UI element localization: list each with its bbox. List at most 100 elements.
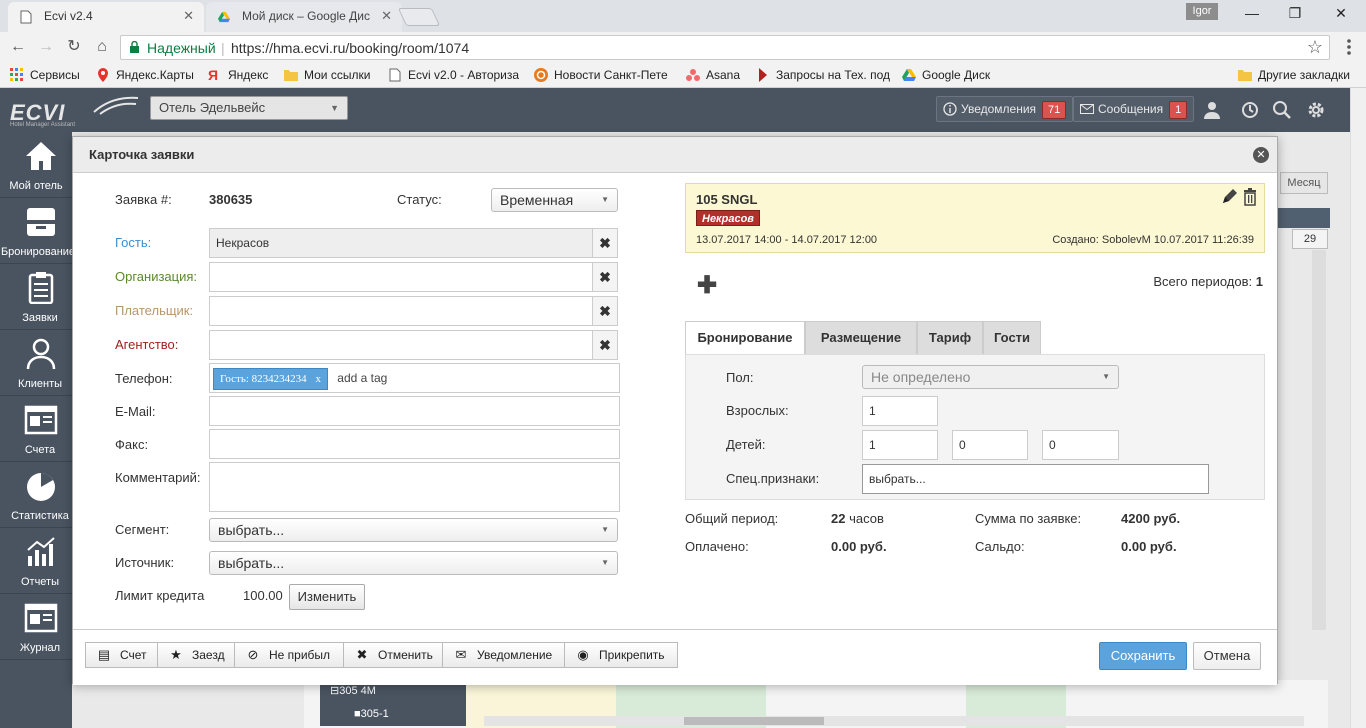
page-scrollbar[interactable]: [1350, 88, 1366, 728]
home-icon[interactable]: ⌂: [92, 37, 112, 57]
source-select[interactable]: выбрать... ▼: [209, 551, 618, 575]
sidebar-item-orders[interactable]: Заявки: [0, 264, 72, 330]
children-field-3[interactable]: 0: [1042, 430, 1119, 460]
browser-tab-ecvi[interactable]: Ecvi v2.4 ✕: [8, 2, 204, 32]
children-field-2[interactable]: 0: [952, 430, 1028, 460]
forward-icon[interactable]: →: [36, 37, 56, 57]
bookmark-other[interactable]: Другие закладки: [1238, 67, 1350, 83]
tab-guests[interactable]: Гости: [983, 321, 1041, 355]
back-icon[interactable]: ←: [8, 37, 28, 57]
messages-button[interactable]: Сообщения 1: [1073, 96, 1195, 122]
address-bar[interactable]: Надежный | https://hma.ecvi.ru/booking/r…: [120, 35, 1330, 60]
room-title: 105 SNGL: [696, 192, 758, 207]
sidebar-item-invoices[interactable]: Счета: [0, 396, 72, 462]
close-tab-icon[interactable]: ✕: [183, 2, 194, 30]
children-field-1[interactable]: 1: [862, 430, 938, 460]
cancel-order-button[interactable]: ✖ Отменить: [343, 642, 443, 668]
calendar-scrollbar[interactable]: [1312, 250, 1326, 630]
new-tab-button[interactable]: [397, 8, 441, 26]
gender-select[interactable]: Не определено ▼: [862, 365, 1119, 389]
sidebar-item-reports[interactable]: Отчеты: [0, 528, 72, 594]
edit-pencil-icon[interactable]: [1220, 188, 1238, 206]
close-tab-icon[interactable]: ✕: [381, 2, 392, 30]
sidebar-item-label: Заявки: [22, 312, 58, 324]
sidebar-item-statistics[interactable]: Статистика: [0, 462, 72, 528]
bookmark-yandex-maps[interactable]: Яндекс.Карты: [96, 67, 194, 83]
add-period-icon[interactable]: ✚: [697, 271, 717, 300]
notification-button[interactable]: ✉ Уведомление: [442, 642, 565, 668]
comment-field[interactable]: [209, 462, 620, 512]
gear-icon[interactable]: [1306, 100, 1326, 120]
bookmark-ecvi[interactable]: Ecvi v2.0 - Авториза: [388, 67, 519, 83]
user-icon[interactable]: [1202, 100, 1222, 120]
total-period-number: 22: [831, 511, 846, 526]
restore-icon[interactable]: ❐: [1283, 4, 1307, 22]
segment-select[interactable]: выбрать... ▼: [209, 518, 618, 542]
clear-payer-icon[interactable]: ✖: [592, 296, 618, 326]
cancel-button[interactable]: Отмена: [1193, 642, 1261, 670]
sidebar-item-booking[interactable]: Бронирование: [0, 198, 75, 264]
fax-field[interactable]: [209, 429, 620, 459]
horizontal-scrollbar[interactable]: [484, 716, 1304, 726]
email-field[interactable]: [209, 396, 620, 426]
clear-agency-icon[interactable]: ✖: [592, 330, 618, 360]
close-window-icon[interactable]: ✕: [1329, 4, 1353, 22]
clear-organization-icon[interactable]: ✖: [592, 262, 618, 292]
remove-tag-icon[interactable]: x: [315, 373, 321, 385]
change-credit-button[interactable]: Изменить: [289, 584, 365, 610]
minimize-icon[interactable]: —: [1240, 4, 1264, 22]
hotel-select[interactable]: Отель Эдельвейс ▼: [150, 96, 348, 120]
status-select[interactable]: Временная ▼: [491, 188, 618, 212]
organization-field[interactable]: [209, 262, 593, 292]
month-view-button[interactable]: Месяц: [1280, 172, 1328, 194]
credit-limit-value: 100.00: [243, 588, 283, 603]
booking-period-card[interactable]: 105 SNGL Некрасов 13.07.2017 14:00 - 14.…: [685, 183, 1265, 253]
bookmark-google-drive[interactable]: Google Диск: [902, 67, 990, 83]
guest-field[interactable]: Некрасов: [209, 228, 593, 258]
tab-booking[interactable]: Бронирование: [685, 321, 805, 356]
notifications-button[interactable]: Уведомления 71: [936, 96, 1074, 122]
adults-field[interactable]: 1: [862, 396, 938, 426]
logo-swoosh-icon: [93, 96, 139, 115]
browser-menu-icon[interactable]: [1346, 38, 1362, 58]
trash-icon[interactable]: [1242, 188, 1258, 206]
special-marks-field[interactable]: выбрать...: [862, 464, 1209, 494]
envelope-icon: ✉: [455, 647, 467, 662]
clear-guest-icon[interactable]: ✖: [592, 228, 618, 258]
bookmark-my-links[interactable]: Мои ссылки: [284, 67, 370, 83]
no-show-button[interactable]: ⊘ Не прибыл: [234, 642, 344, 668]
browser-tab-google-drive[interactable]: Мой диск – Google Дис ✕: [206, 2, 402, 32]
sidebar-item-journal[interactable]: Журнал: [0, 594, 72, 660]
phone-tag-input[interactable]: Гость: 8234234234 x add a tag: [209, 363, 620, 393]
modal-header: Карточка заявки ✕: [73, 137, 1277, 173]
attach-button[interactable]: ◉ Прикрепить: [564, 642, 678, 668]
history-icon[interactable]: [1240, 100, 1260, 120]
room-row[interactable]: ■305-1: [320, 702, 466, 726]
bookmark-asana[interactable]: Asana: [686, 67, 740, 83]
reload-icon[interactable]: ↻: [64, 37, 84, 57]
check-in-button[interactable]: ★ Заезд: [157, 642, 235, 668]
bookmark-news-spb[interactable]: Новости Санкт-Пете: [534, 67, 668, 83]
phone-tag[interactable]: Гость: 8234234234 x: [213, 368, 328, 390]
browser-tab-title: Ecvi v2.4: [44, 9, 93, 23]
bookmark-star-icon[interactable]: ☆: [1307, 37, 1323, 58]
browser-tab-strip: Ecvi v2.4 ✕ Мой диск – Google Дис ✕ Igor…: [0, 0, 1366, 32]
invoice-button[interactable]: ▤ Счет: [85, 642, 158, 668]
payer-field[interactable]: [209, 296, 593, 326]
save-button[interactable]: Сохранить: [1099, 642, 1187, 670]
tab-rate[interactable]: Тариф: [917, 321, 983, 355]
agency-field[interactable]: [209, 330, 593, 360]
bookmark-yandex[interactable]: Я Яндекс: [208, 67, 268, 83]
scroll-thumb[interactable]: [684, 717, 824, 725]
comment-label: Комментарий:: [115, 470, 201, 485]
tab-accommodation[interactable]: Размещение: [805, 321, 917, 355]
browser-user-chip[interactable]: Igor: [1186, 3, 1218, 20]
sidebar-item-my-hotel[interactable]: Мой отель: [0, 132, 72, 198]
bookmark-label: Сервисы: [30, 68, 80, 82]
bookmark-services[interactable]: Сервисы: [10, 67, 80, 83]
sidebar-item-clients[interactable]: Клиенты: [0, 330, 72, 396]
bookmark-support[interactable]: Запросы на Тех. под: [756, 67, 890, 83]
close-icon[interactable]: ✕: [1253, 147, 1269, 163]
url-text[interactable]: https://hma.ecvi.ru/booking/room/1074: [231, 40, 469, 56]
search-icon[interactable]: [1272, 100, 1292, 120]
